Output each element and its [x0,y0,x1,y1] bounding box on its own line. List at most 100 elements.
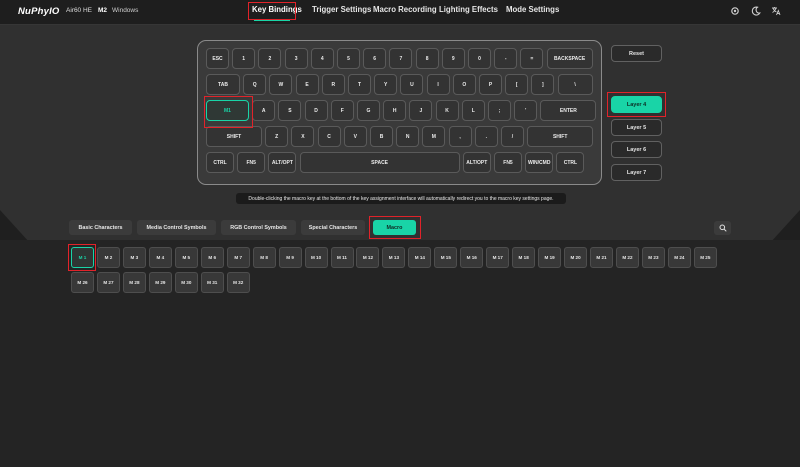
key-d[interactable]: D [304,100,328,121]
device-name[interactable]: Air60 HE [66,7,92,14]
translate-icon[interactable] [771,6,781,16]
macro-key-6[interactable]: M 6 [200,247,224,268]
tab-macro-recording[interactable]: Macro Recording [373,5,437,14]
key-j[interactable]: J [409,100,433,121]
key-w[interactable]: W [269,74,293,95]
macro-key-14[interactable]: M 14 [408,247,432,268]
key-a[interactable]: A [252,100,276,121]
macro-key-11[interactable]: M 11 [330,247,354,268]
macro-key-26[interactable]: M 26 [71,272,94,293]
key-backspace[interactable]: BACKSPACE [546,48,593,69]
macro-key-10[interactable]: M 10 [304,247,328,268]
key-q[interactable]: Q [243,74,267,95]
layer-6-button[interactable]: Layer 6 [611,141,662,158]
key-fn5[interactable]: FN5 [494,152,522,173]
macro-key-4[interactable]: M 4 [148,247,172,268]
macro-key-5[interactable]: M 5 [174,247,198,268]
key--[interactable]: . [474,126,498,147]
macro-key-29[interactable]: M 29 [148,272,172,293]
search-icon[interactable] [714,221,731,235]
tab-media-control-symbols[interactable]: Media Control Symbols [137,220,216,235]
key-6[interactable]: 6 [363,48,387,69]
key--[interactable]: ] [531,74,555,95]
key--[interactable]: \ [557,74,593,95]
key-g[interactable]: G [357,100,380,121]
key-alt-opt[interactable]: ALT/OPT [462,152,491,173]
macro-key-22[interactable]: M 22 [615,247,639,268]
moon-icon[interactable] [751,6,761,16]
key--[interactable]: ; [488,100,511,121]
key-z[interactable]: Z [265,126,289,147]
macro-key-21[interactable]: M 21 [590,247,613,268]
key-u[interactable]: U [400,74,424,95]
macro-key-28[interactable]: M 28 [122,272,146,293]
macro-key-2[interactable]: M 2 [96,247,120,268]
key-5[interactable]: 5 [337,48,360,69]
macro-key-23[interactable]: M 23 [641,247,665,268]
key-m[interactable]: M [422,126,446,147]
key-3[interactable]: 3 [284,48,308,69]
key-ctrl[interactable]: CTRL [556,152,585,173]
layer-5-button[interactable]: Layer 5 [611,119,662,136]
key-n[interactable]: N [396,126,420,147]
key-win-cmd[interactable]: WIN/CMD [525,152,554,173]
key-tab[interactable]: TAB [206,74,240,95]
key-s[interactable]: S [278,100,302,121]
key-o[interactable]: O [452,74,476,95]
key-space[interactable]: SPACE [299,152,460,173]
tab-mode-settings[interactable]: Mode Settings [506,5,559,14]
key-fn5[interactable]: FN5 [237,152,266,173]
macro-key-12[interactable]: M 12 [356,247,380,268]
key-esc[interactable]: ESC [206,48,229,69]
key-t[interactable]: T [348,74,371,95]
key-f[interactable]: F [330,100,354,121]
key-8[interactable]: 8 [415,48,439,69]
key-4[interactable]: 4 [310,48,334,69]
key-enter[interactable]: ENTER [540,100,597,121]
macro-key-27[interactable]: M 27 [96,272,120,293]
macro-key-20[interactable]: M 20 [564,247,588,268]
macro-key-16[interactable]: M 16 [460,247,484,268]
tab-rgb-control-symbols[interactable]: RGB Control Symbols [221,220,296,235]
key--[interactable]: , [448,126,472,147]
macro-key-19[interactable]: M 19 [538,247,562,268]
key-ctrl[interactable]: CTRL [206,152,234,173]
tab-macro[interactable]: Macro [373,220,416,235]
tab-basic-characters[interactable]: Basic Characters [69,220,132,235]
settings-icon[interactable] [730,6,740,16]
key-e[interactable]: E [295,74,319,95]
key-x[interactable]: X [291,126,315,147]
macro-key-24[interactable]: M 24 [667,247,691,268]
macro-key-9[interactable]: M 9 [278,247,302,268]
key-shift[interactable]: SHIFT [206,126,262,147]
macro-key-25[interactable]: M 25 [693,247,717,268]
layer-4-button[interactable]: Layer 4 [611,96,662,113]
key--[interactable]: [ [505,74,529,95]
macro-key-13[interactable]: M 13 [382,247,406,268]
key-h[interactable]: H [383,100,407,121]
key-shift[interactable]: SHIFT [527,126,594,147]
key--[interactable]: - [494,48,518,69]
macro-key-8[interactable]: M 8 [252,247,276,268]
tab-special-characters[interactable]: Special Characters [301,220,365,235]
macro-key-31[interactable]: M 31 [200,272,224,293]
key--[interactable]: / [501,126,524,147]
macro-key-32[interactable]: M 32 [226,272,250,293]
macro-key-17[interactable]: M 17 [486,247,510,268]
macro-key-3[interactable]: M 3 [122,247,146,268]
key-c[interactable]: C [317,126,341,147]
key-1[interactable]: 1 [232,48,256,69]
macro-key-1[interactable]: M 1 [71,247,94,268]
key--[interactable]: = [520,48,544,69]
key-alt-opt[interactable]: ALT/OPT [268,152,297,173]
key-p[interactable]: P [479,74,502,95]
key-v[interactable]: V [343,126,367,147]
macro-key-18[interactable]: M 18 [512,247,536,268]
key-b[interactable]: B [370,126,393,147]
key-0[interactable]: 0 [468,48,491,69]
key-y[interactable]: Y [374,74,398,95]
tab-lighting-effects[interactable]: Lighting Effects [439,5,498,14]
key-9[interactable]: 9 [441,48,465,69]
key-k[interactable]: K [435,100,459,121]
key-2[interactable]: 2 [258,48,282,69]
